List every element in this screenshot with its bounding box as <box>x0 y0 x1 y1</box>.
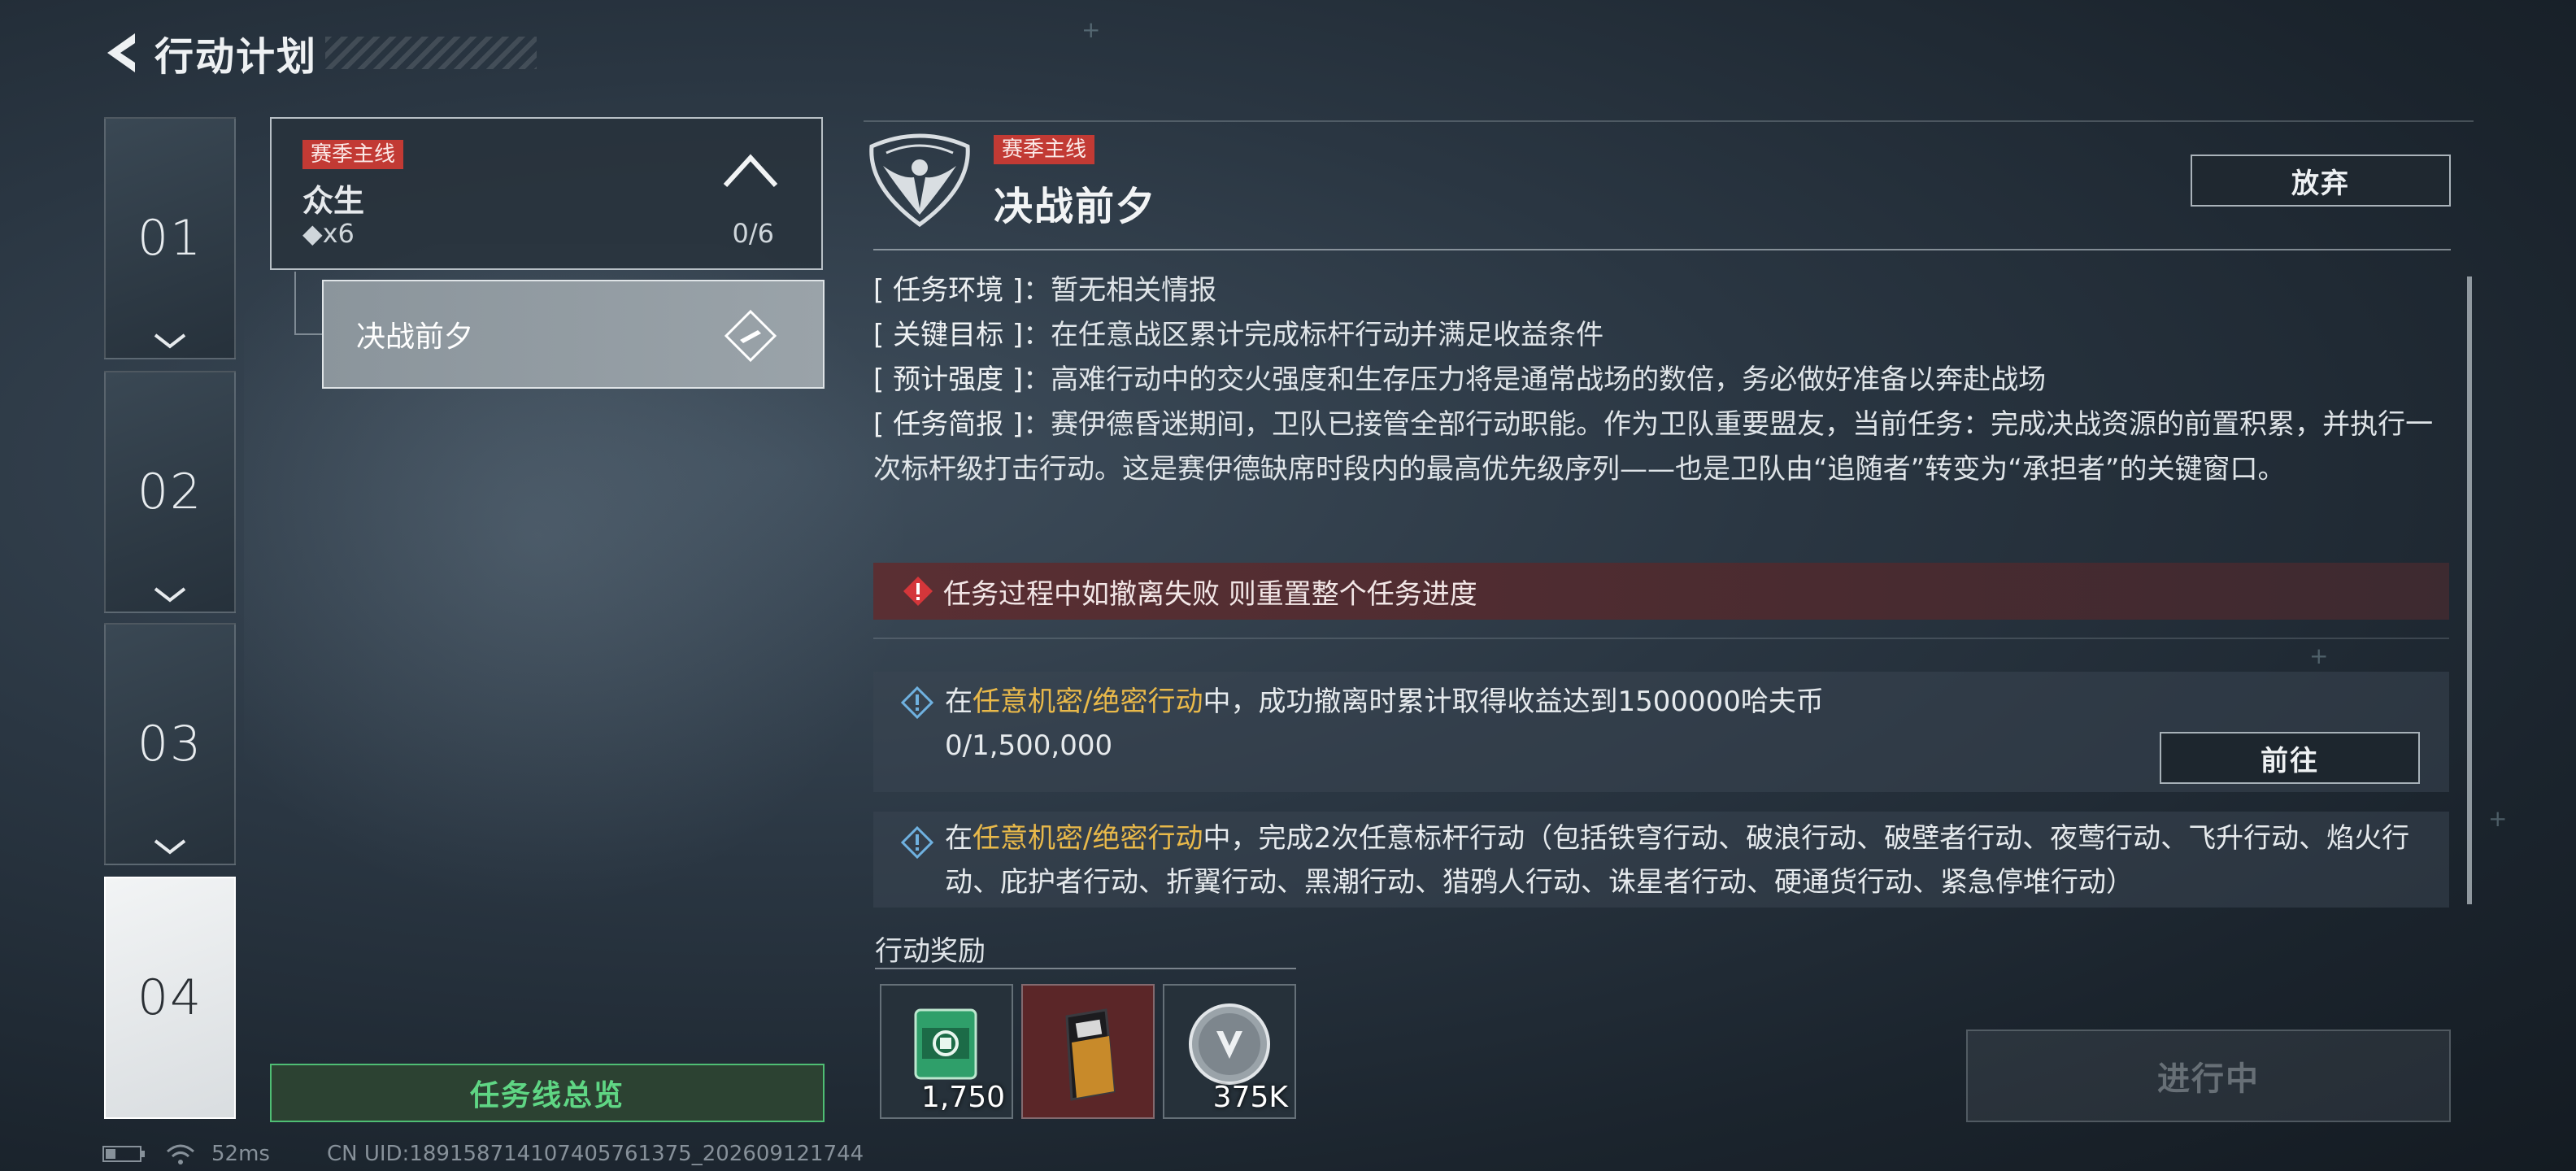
detail-scrollbar[interactable] <box>2467 276 2472 904</box>
info-row-environment: [ 任务环境 ]：暂无相关情报 <box>873 268 2435 313</box>
abandon-button[interactable]: 放弃 <box>2191 155 2451 207</box>
chapter-tab-04[interactable]: 04 <box>104 877 236 1119</box>
chapter-tab-02[interactable]: 02 <box>104 371 236 613</box>
back-arrow-icon <box>107 33 135 72</box>
objective-text-prefix: 在 <box>945 822 973 855</box>
info-diamond-icon <box>901 686 933 719</box>
rewards-underline <box>875 968 1296 969</box>
header-decoration <box>325 37 537 69</box>
chapter-number: 01 <box>137 210 203 267</box>
info-value: ：在任意战区累计完成标杆行动并满足收益条件 <box>1023 319 1604 351</box>
reward-item[interactable]: 375K <box>1163 984 1296 1119</box>
decor-crosshair: + <box>2309 642 2329 669</box>
info-value: ：赛伊德昏迷期间，卫队已接管全部行动职能。作为卫队重要盟友，当前任务：完成决战资… <box>873 408 2434 485</box>
season-main-tag: 赛季主线 <box>994 135 1095 164</box>
objective-text: 在任意机密/绝密行动中，成功撤离时累计取得收益达到1500000哈夫币 <box>945 680 1824 724</box>
reward-quantity: 375K <box>1212 1081 1288 1114</box>
info-label: [ 关键目标 ] <box>873 319 1024 351</box>
mission-line-name: 众生 <box>302 183 365 219</box>
objective-highlight: 任意机密/绝密行动 <box>973 822 1203 855</box>
info-row-briefing: [ 任务简报 ]：赛伊德昏迷期间，卫队已接管全部行动职能。作为卫队重要盟友，当前… <box>873 403 2435 492</box>
failure-warning-banner: 任务过程中如撤离失败 则重置整个任务进度 <box>873 563 2449 620</box>
supply-bag-icon <box>1065 1008 1116 1101</box>
chapter-number: 03 <box>137 716 203 773</box>
chevron-up-icon[interactable] <box>722 153 779 189</box>
chapter-tab-03[interactable]: 03 <box>104 623 236 865</box>
mission-overview-button[interactable]: 任务线总览 <box>270 1064 825 1122</box>
info-row-intensity: [ 预计强度 ]：高难行动中的交火强度和生存压力将是通常战场的数倍，务必做好准备… <box>873 358 2435 403</box>
user-uid: CN UID:189158714107405761375_20260912174… <box>326 1142 864 1166</box>
info-label: [ 预计强度 ] <box>873 363 1024 396</box>
mission-line-card[interactable]: 赛季主线 众生 ◆x6 0/6 <box>270 117 823 270</box>
page-title: 行动计划 <box>154 34 318 80</box>
battery-icon <box>102 1146 145 1162</box>
info-label: [ 任务环境 ] <box>873 274 1024 307</box>
diamond-target-icon <box>724 309 777 363</box>
chevron-down-icon <box>154 333 186 349</box>
chapter-number: 02 <box>137 464 203 520</box>
wifi-icon <box>167 1144 194 1164</box>
objective-text-prefix: 在 <box>945 686 973 718</box>
in-progress-button: 进行中 <box>1966 1030 2451 1122</box>
objective-item: 在任意机密/绝密行动中，完成2次任意标杆行动（包括铁穹行动、破浪行动、破壁者行动… <box>873 812 2449 908</box>
go-button[interactable]: 前往 <box>2160 732 2420 784</box>
decor-crosshair: + <box>1081 16 1101 43</box>
sub-mission-name: 决战前夕 <box>356 320 474 354</box>
info-label: [ 任务简报 ] <box>873 408 1024 441</box>
eagle-emblem-icon <box>869 133 970 228</box>
rewards-title: 行动奖励 <box>875 935 986 968</box>
mission-info: [ 任务环境 ]：暂无相关情报 [ 关键目标 ]：在任意战区累计完成标杆行动并满… <box>873 268 2435 492</box>
tree-connector <box>294 272 324 335</box>
reward-quantity: 1,750 <box>920 1081 1005 1114</box>
panel-top-line <box>864 120 2474 122</box>
sub-mission-item[interactable]: 决战前夕 <box>322 280 825 389</box>
mission-line-reward: ◆x6 <box>302 218 355 249</box>
warning-icon <box>903 577 933 606</box>
reward-item[interactable]: 1,750 <box>880 984 1013 1119</box>
objective-text: 在任意机密/绝密行动中，完成2次任意标杆行动（包括铁穹行动、破浪行动、破壁者行动… <box>945 816 2425 904</box>
info-value: ：高难行动中的交火强度和生存压力将是通常战场的数倍，务必做好准备以奔赴战场 <box>1023 363 2047 396</box>
chapter-number: 04 <box>137 969 203 1026</box>
season-main-tag: 赛季主线 <box>302 140 404 169</box>
panel-divider <box>873 249 2451 250</box>
chevron-down-icon <box>154 839 186 855</box>
objective-text-suffix: 中，成功撤离时累计取得收益达到1500000哈夫币 <box>1203 686 1824 718</box>
info-row-objective: [ 关键目标 ]：在任意战区累计完成标杆行动并满足收益条件 <box>873 313 2435 358</box>
objective-item: 在任意机密/绝密行动中，成功撤离时累计取得收益达到1500000哈夫币 0/1,… <box>873 672 2449 792</box>
decor-crosshair: + <box>2488 805 2508 832</box>
objective-progress: 0/1,500,000 <box>945 729 1113 762</box>
chapter-tab-01[interactable]: 01 <box>104 117 236 359</box>
objective-highlight: 任意机密/绝密行动 <box>973 686 1203 718</box>
info-diamond-icon <box>901 826 933 859</box>
reward-item[interactable] <box>1021 984 1155 1119</box>
warning-text: 任务过程中如撤离失败 则重置整个任务进度 <box>943 577 1477 611</box>
page-header: 行动计划 <box>98 24 537 81</box>
mission-title: 决战前夕 <box>994 184 1157 229</box>
mission-line-progress: 0/6 <box>732 218 775 249</box>
info-value: ：暂无相关情报 <box>1023 274 1217 307</box>
network-ping: 52ms <box>211 1142 270 1166</box>
chevron-down-icon <box>154 587 186 603</box>
section-divider <box>873 638 2449 639</box>
status-bar: 52ms CN UID:189158714107405761375_202609… <box>102 1140 864 1168</box>
back-button[interactable] <box>98 28 146 77</box>
